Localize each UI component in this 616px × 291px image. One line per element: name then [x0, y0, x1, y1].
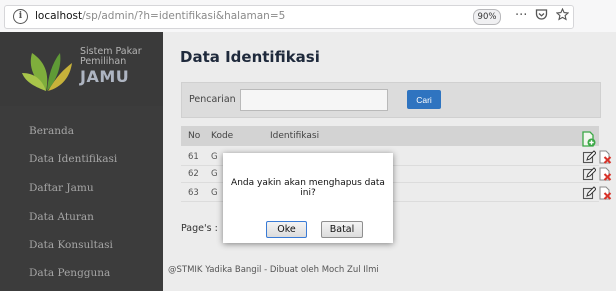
url-host: localhost: [35, 10, 83, 22]
row-no: 63: [188, 188, 199, 198]
info-icon[interactable]: i: [13, 9, 28, 24]
delete-x-icon[interactable]: [598, 166, 612, 185]
sidebar-item-data-pengguna[interactable]: Data Pengguna: [29, 267, 110, 279]
confirm-delete-dialog: Anda yakin akan menghapus data ini? Oke …: [223, 153, 393, 243]
column-header-identifikasi: Identifikasi: [270, 131, 320, 141]
column-header-no: No: [188, 131, 201, 141]
dialog-message: Anda yakin akan menghapus data ini?: [231, 178, 385, 198]
search-panel: Pencarian Cari: [181, 82, 601, 118]
sidebar: Sistem Pakar Pemilihan JAMU Beranda Data…: [0, 32, 163, 291]
url-path: /sp/admin/?h=identifikasi&halaman=5: [82, 10, 286, 22]
sidebar-item-data-identifikasi[interactable]: Data Identifikasi: [29, 153, 117, 165]
sidebar-item-data-konsultasi[interactable]: Data Konsultasi: [29, 239, 113, 251]
row-no: 62: [188, 169, 199, 179]
ok-button[interactable]: Oke: [266, 221, 307, 238]
delete-x-icon[interactable]: [598, 185, 612, 204]
logo-area: Sistem Pakar Pemilihan JAMU: [0, 32, 163, 106]
herbal-leaf-logo-icon: [22, 53, 72, 91]
bookmark-star-icon[interactable]: [555, 7, 570, 26]
page-title: Data Identifikasi: [180, 48, 320, 66]
logo-brand: JAMU: [80, 67, 130, 86]
sidebar-item-data-aturan[interactable]: Data Aturan: [29, 211, 94, 223]
logo-title: Sistem Pakar Pemilihan: [80, 47, 142, 67]
edit-pencil-icon[interactable]: [582, 166, 597, 185]
logo-title-line2: Pemilihan: [80, 56, 127, 67]
table-header: No Kode Identifikasi: [181, 126, 599, 146]
row-kode: G: [211, 169, 218, 179]
search-input[interactable]: [240, 89, 388, 111]
cancel-button[interactable]: Batal: [321, 221, 363, 238]
row-kode: G: [211, 188, 218, 198]
sidebar-item-daftar-jamu[interactable]: Daftar Jamu: [29, 182, 94, 194]
add-document-icon[interactable]: [580, 131, 596, 151]
edit-pencil-icon[interactable]: [582, 185, 597, 204]
browser-toolbar: i localhost/sp/admin/?h=identifikasi&hal…: [0, 0, 616, 32]
row-no: 61: [188, 152, 199, 162]
page-actions-menu-icon[interactable]: ···: [515, 8, 527, 24]
search-button[interactable]: Cari: [407, 90, 441, 109]
pagination-label: Page's :: [181, 223, 218, 234]
search-label: Pencarian: [189, 94, 236, 105]
row-kode: G: [211, 152, 218, 162]
sidebar-item-beranda[interactable]: Beranda: [29, 125, 74, 137]
zoom-level-badge[interactable]: 90%: [473, 9, 501, 25]
pocket-icon[interactable]: [535, 8, 548, 26]
column-header-kode: Kode: [211, 131, 234, 141]
address-bar[interactable]: i localhost/sp/admin/?h=identifikasi&hal…: [4, 5, 574, 29]
url-text[interactable]: localhost/sp/admin/?h=identifikasi&halam…: [35, 10, 285, 22]
footer-text: @STMIK Yadika Bangil - Dibuat oleh Moch …: [168, 265, 379, 275]
